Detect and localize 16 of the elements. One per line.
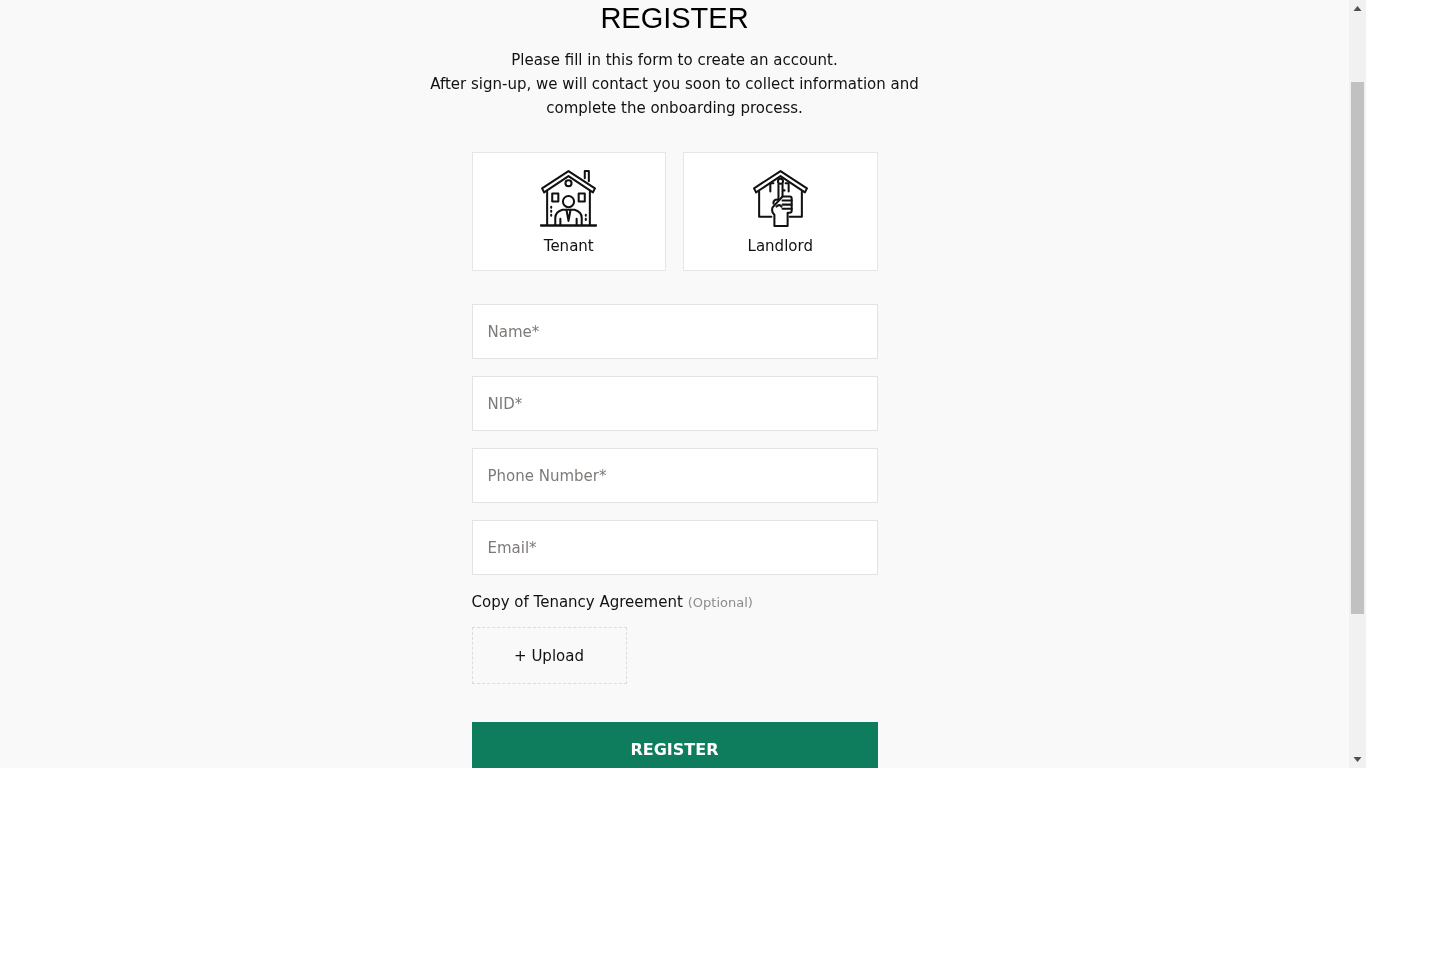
- intro-text: Please fill in this form to create an account.: [510, 50, 839, 71]
- upload-button[interactable]: + Upload: [471, 627, 627, 684]
- house-hand-key-icon: [751, 168, 809, 227]
- register-button[interactable]: REGISTER: [471, 722, 878, 768]
- input-field[interactable]: Phone Number*: [471, 448, 878, 503]
- input-field[interactable]: NID*: [471, 376, 878, 431]
- role-card[interactable]: Tenant: [471, 152, 666, 271]
- scrollbar-thumb[interactable]: [1351, 82, 1364, 614]
- input-field[interactable]: Name*: [471, 304, 878, 359]
- page-title: REGISTER: [600, 1, 749, 36]
- house-person-icon: [540, 168, 598, 227]
- role-card[interactable]: Landlord: [683, 152, 878, 271]
- intro-text: After sign-up, we will contact you soon to collect information and complete the onboarding process.: [429, 74, 920, 119]
- optional-hint: (Optional): [687, 594, 753, 612]
- input-field[interactable]: Email*: [471, 520, 878, 575]
- attachment-label: Copy of Tenancy Agreement: [471, 592, 683, 613]
